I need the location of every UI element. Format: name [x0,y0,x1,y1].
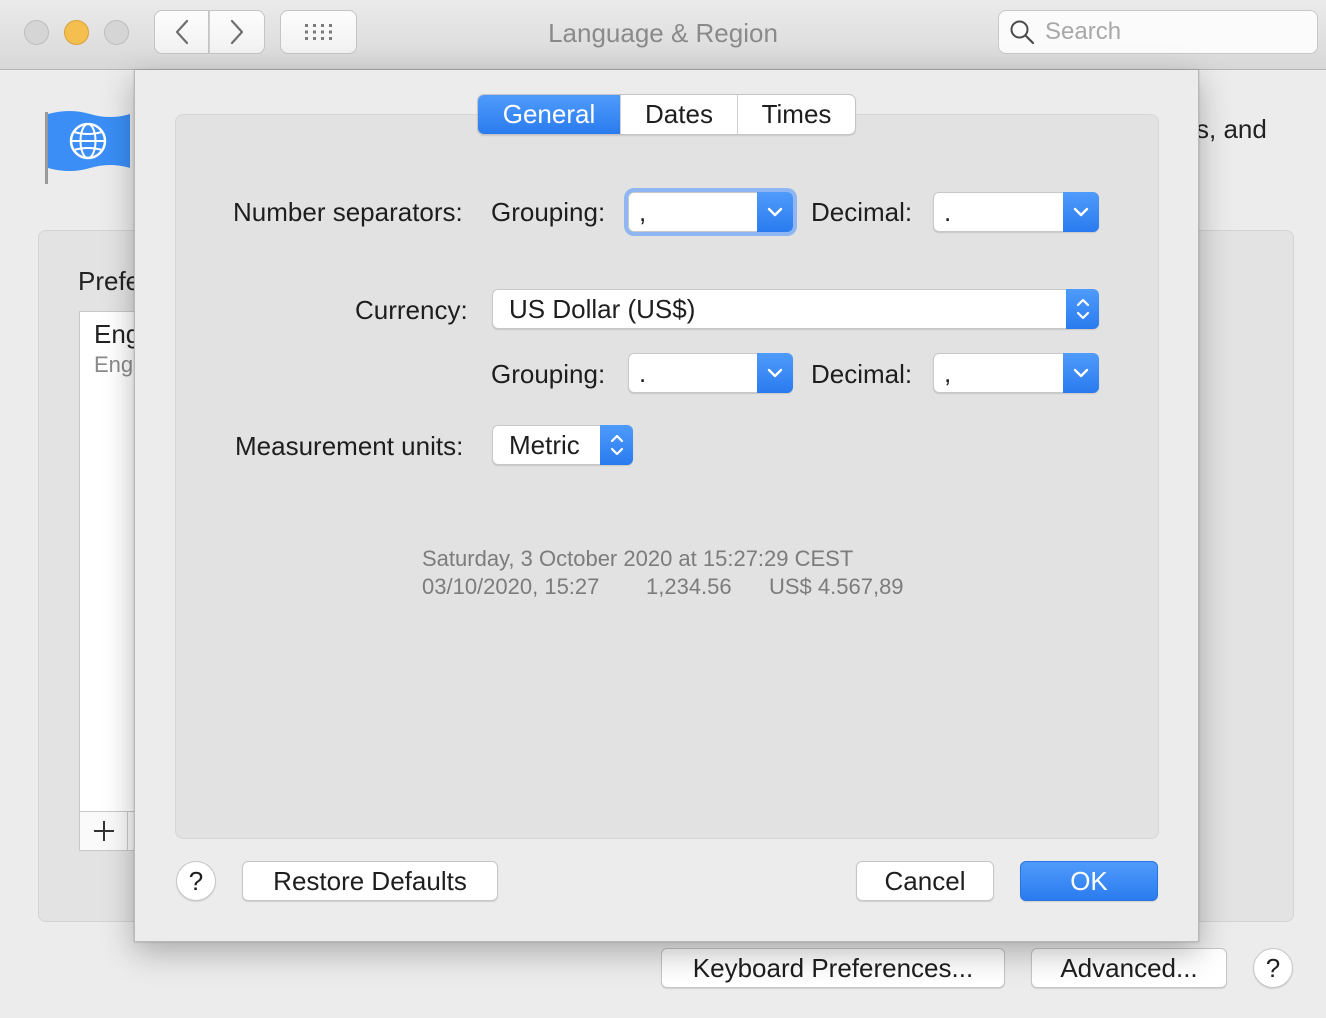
tab-general[interactable]: General [478,95,620,134]
chevron-down-icon [757,192,793,232]
currency-decimal-popup[interactable]: , [933,353,1099,393]
add-language-button[interactable] [80,812,128,850]
help-button[interactable]: ? [1253,948,1293,988]
tab-dates[interactable]: Dates [620,95,737,134]
currency-grouping-value: . [639,358,647,388]
number-grouping-label: Grouping: [491,197,606,227]
chevron-down-icon [1063,192,1099,232]
language-list-item-native: Eng [94,352,134,377]
language-flag-icon [45,111,130,184]
up-down-chevron-icon [1066,289,1099,329]
currency-grouping-label: Grouping: [491,359,606,389]
sample-currency: US$ 4.567,89 [769,574,904,599]
measurement-units-value: Metric [509,430,580,460]
currency-decimal-label: Decimal: [811,359,913,389]
currency-grouping-popup[interactable]: . [628,353,793,393]
up-down-chevron-icon [600,425,633,465]
keyboard-preferences-button[interactable]: Keyboard Preferences... [661,948,1005,988]
chevron-down-icon [1063,353,1099,393]
advanced-sheet: General Dates Times Number separators: G… [134,70,1199,942]
measurement-units-label: Measurement units: [235,431,464,461]
number-decimal-label: Decimal: [811,197,913,227]
advanced-button[interactable]: Advanced... [1031,948,1227,988]
search-input[interactable] [1045,18,1295,46]
search-icon [1010,20,1035,45]
sample-date-short: 03/10/2020, 15:27 [422,574,600,599]
search-field[interactable] [998,10,1318,54]
currency-decimal-value: , [944,358,952,388]
restore-defaults-button[interactable]: Restore Defaults [242,861,498,901]
preferred-languages-label: Prefe [78,266,141,296]
chevron-down-icon [757,353,793,393]
number-separators-label: Number separators: [233,197,463,227]
measurement-units-popup[interactable]: Metric [492,425,633,465]
number-grouping-value: , [639,197,647,227]
number-grouping-popup[interactable]: , [628,192,793,232]
currency-label: Currency: [355,295,468,325]
plus-icon [93,821,114,841]
sheet-help-button[interactable]: ? [176,861,216,901]
sample-number: 1,234.56 [646,574,732,599]
currency-popup[interactable]: US Dollar (US$) [492,289,1099,329]
currency-value: US Dollar (US$) [509,294,696,324]
ok-button[interactable]: OK [1020,861,1158,901]
tab-bar: General Dates Times [477,94,856,135]
number-decimal-value: . [944,197,952,227]
cancel-button[interactable]: Cancel [856,861,994,901]
number-decimal-popup[interactable]: . [933,192,1099,232]
pane-description: s, and [1196,114,1267,144]
tab-times[interactable]: Times [737,95,855,134]
sample-date-long: Saturday, 3 October 2020 at 15:27:29 CES… [422,546,854,571]
window-toolbar: Language & Region [0,0,1326,70]
